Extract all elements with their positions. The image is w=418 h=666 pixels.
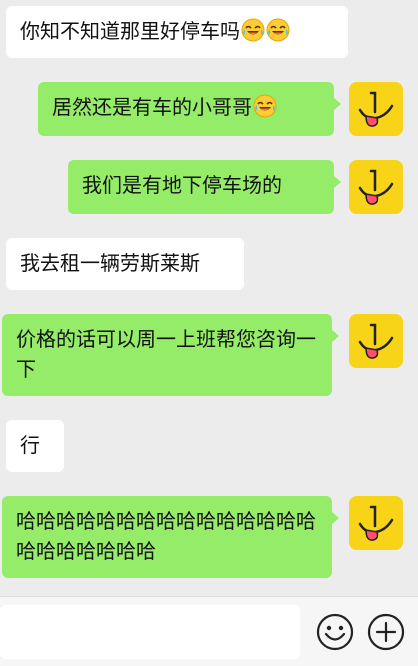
plus-icon [367,613,405,651]
message-bubble-received[interactable]: 我去租一辆劳斯莱斯 [6,238,244,290]
message-composer [0,596,418,666]
laugh-emoji-icon [241,18,265,42]
message-bubble-sent[interactable]: 价格的话可以周一上班帮您咨询一下 [2,314,339,396]
avatar[interactable] [349,82,403,136]
message-bubble-sent[interactable]: 哈哈哈哈哈哈哈哈哈哈哈哈哈哈哈哈哈哈哈哈哈哈 [2,496,339,578]
message-text: 我去租一辆劳斯莱斯 [20,251,200,275]
avatar[interactable] [349,160,403,214]
laugh-emoji-icon [253,94,277,118]
message-text: 你知不知道那里好停车吗 [20,19,240,43]
add-more-button[interactable] [366,612,406,652]
message-text: 我们是有地下停车场的 [82,173,282,197]
message-bubble-received[interactable]: 行 [6,420,64,472]
tongue-face-avatar-icon [349,496,403,550]
message-bubble-sent[interactable]: 我们是有地下停车场的 [68,160,341,214]
message-text: 行 [20,433,40,457]
message-text: 哈哈哈哈哈哈哈哈哈哈哈哈哈哈哈哈哈哈哈哈哈哈 [16,509,316,563]
emoji-button[interactable] [315,612,355,652]
tongue-face-avatar-icon [349,160,403,214]
smiley-icon [316,613,354,651]
message-text: 价格的话可以周一上班帮您咨询一下 [16,327,316,381]
message-input[interactable] [0,605,300,659]
avatar[interactable] [349,314,403,368]
tongue-face-avatar-icon [349,82,403,136]
message-bubble-received[interactable]: 你知不知道那里好停车吗 [6,6,348,58]
laugh-emoji-icon [266,18,290,42]
tongue-face-avatar-icon [349,314,403,368]
message-text: 居然还是有车的小哥哥 [52,95,252,119]
message-bubble-sent[interactable]: 居然还是有车的小哥哥 [38,82,341,136]
chat-area: 你知不知道那里好停车吗 居然还是有车的小哥哥 我们是有地下停车场的 我去租一辆劳… [0,0,418,596]
avatar[interactable] [349,496,403,550]
